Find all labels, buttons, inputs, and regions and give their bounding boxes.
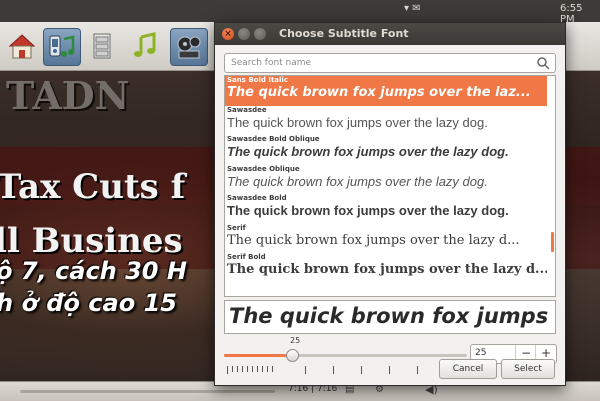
- slider-tick: [305, 366, 306, 374]
- music-button[interactable]: [127, 28, 163, 64]
- dialog-titlebar[interactable]: × Choose Subtitle Font: [215, 23, 565, 45]
- slider-fill: [224, 354, 291, 357]
- font-item-sample: The quick brown fox jumps over the lazy …: [227, 115, 488, 130]
- font-item-name: Serif: [227, 224, 246, 232]
- slider-tick: [237, 366, 238, 372]
- slider-tick: [361, 366, 362, 374]
- search-input[interactable]: [229, 55, 533, 71]
- scrollbar-thumb[interactable]: [551, 232, 554, 252]
- slider-tick: [389, 366, 390, 374]
- slider-tick: [267, 366, 268, 372]
- font-list-scrollbar[interactable]: [551, 78, 554, 292]
- video-caption-line-1: Tax Cuts f: [0, 167, 186, 207]
- slider-ticks: [227, 366, 467, 374]
- slider-tick: [247, 366, 248, 372]
- video-background-text: TADN: [6, 73, 130, 118]
- choose-subtitle-font-dialog: × Choose Subtitle Font Sans Bold Italic …: [214, 22, 566, 386]
- search-icon[interactable]: [536, 56, 550, 70]
- font-item-name: Sawasdee Bold Oblique: [227, 135, 320, 143]
- font-item-name: Sawasdee Bold: [227, 194, 287, 202]
- slider-tick: [242, 366, 243, 372]
- top-panel: ▾ ✉ 6:55 PM: [0, 0, 600, 25]
- music-note-icon: [134, 32, 156, 57]
- subtitle-line-2: h ở độ cao 15: [0, 289, 177, 317]
- media-button[interactable]: [43, 28, 81, 66]
- drawer-icon: [93, 33, 111, 59]
- cancel-button[interactable]: Cancel: [439, 359, 497, 379]
- slider-handle[interactable]: [286, 349, 299, 362]
- font-item-sample: The quick brown fox jumps over the lazy …: [227, 233, 520, 248]
- preview-text: The quick brown fox jumps over the lazy …: [229, 304, 555, 328]
- font-search-field[interactable]: [224, 53, 556, 73]
- home-icon: [8, 34, 36, 59]
- slider-tick: [227, 366, 228, 374]
- font-size-slider[interactable]: 25: [224, 336, 467, 378]
- slider-tick: [257, 366, 258, 372]
- film-reel-icon: [177, 36, 201, 59]
- slider-tick: [333, 366, 334, 374]
- minimize-icon[interactable]: [238, 28, 250, 40]
- font-item-name: Sawasdee Oblique: [227, 165, 300, 173]
- select-button[interactable]: Select: [501, 359, 555, 379]
- close-icon[interactable]: ×: [222, 28, 234, 40]
- slider-value-label: 25: [290, 336, 301, 345]
- video-caption-line-2: ll Busines: [0, 221, 183, 261]
- font-item-sample: The quick brown fox jumps over the lazy …: [227, 203, 509, 218]
- font-list[interactable]: Sans Bold Italic The quick brown fox jum…: [224, 75, 556, 297]
- slider-track[interactable]: [224, 354, 467, 357]
- tray-icons[interactable]: ▾ ✉: [404, 3, 421, 14]
- font-size-value[interactable]: 25: [475, 348, 486, 358]
- font-item-sample: The quick brown fox jumps over the lazy …: [227, 144, 509, 159]
- slider-tick: [252, 366, 253, 372]
- font-item-sans-bold-italic[interactable]: Sans Bold Italic The quick brown fox jum…: [225, 76, 547, 106]
- font-item-sawasdee-bold-oblique[interactable]: Sawasdee Bold Oblique The quick brown fo…: [225, 135, 547, 165]
- font-item-sawasdee-bold[interactable]: Sawasdee Bold The quick brown fox jumps …: [225, 194, 547, 224]
- slider-tick: [417, 366, 418, 374]
- font-item-sample: The quick brown fox jumps over the lazy …: [227, 262, 547, 277]
- dialog-title: Choose Subtitle Font: [279, 27, 409, 40]
- font-item-serif[interactable]: Serif The quick brown fox jumps over the…: [225, 224, 547, 253]
- slider-tick: [232, 366, 233, 372]
- font-item-serif-bold[interactable]: Serif Bold The quick brown fox jumps ove…: [225, 253, 547, 283]
- slider-tick: [272, 366, 273, 372]
- font-preview: The quick brown fox jumps over the lazy …: [224, 300, 556, 334]
- font-item-name: Sans Bold Italic: [227, 76, 288, 84]
- media-player-icon: [49, 35, 75, 57]
- font-item-sawasdee[interactable]: Sawasdee The quick brown fox jumps over …: [225, 106, 547, 135]
- slider-tick: [262, 366, 263, 372]
- font-item-name: Serif Bold: [227, 253, 266, 261]
- files-button[interactable]: [84, 28, 120, 64]
- font-item-sawasdee-oblique[interactable]: Sawasdee Oblique The quick brown fox jum…: [225, 165, 547, 194]
- maximize-icon[interactable]: [254, 28, 266, 40]
- video-button[interactable]: [170, 28, 208, 66]
- seek-bar[interactable]: [20, 390, 275, 393]
- font-item-sample: The quick brown fox jumps over the laz..…: [227, 85, 531, 100]
- home-button[interactable]: [4, 28, 40, 64]
- font-item-sample: The quick brown fox jumps over the lazy …: [227, 174, 488, 189]
- font-item-name: Sawasdee: [227, 106, 267, 114]
- subtitle-line-1: ộ 7, cách 30 H: [0, 257, 187, 285]
